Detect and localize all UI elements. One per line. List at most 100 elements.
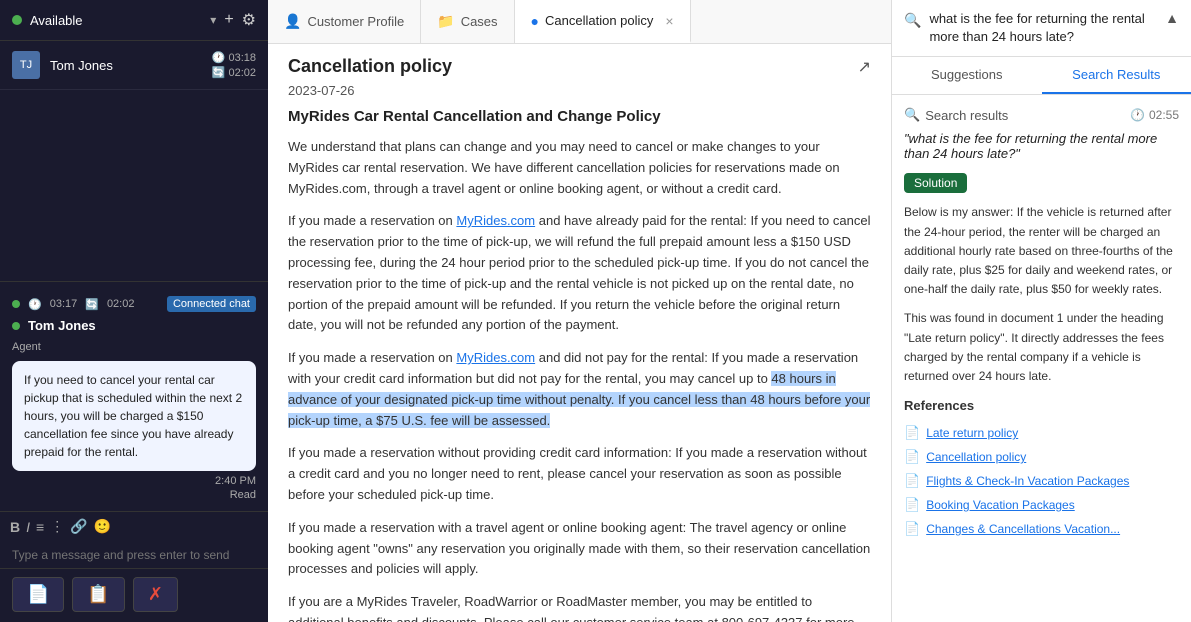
results-time: 🕐 02:55 (1130, 108, 1179, 122)
tab-customer-profile-label: Customer Profile (307, 14, 404, 29)
clock-icon: 🕐 (1130, 108, 1145, 122)
attachment-button-1[interactable]: 📄 (12, 577, 64, 612)
compose-area[interactable] (0, 541, 268, 568)
attachment-button-2[interactable]: 📋 (72, 577, 124, 612)
search-query-text[interactable]: what is the fee for returning the rental… (929, 10, 1157, 46)
article-para-1: If you made a reservation on MyRides.com… (288, 211, 871, 336)
reference-item-4: 📄 Changes & Cancellations Vacation... (904, 517, 1179, 541)
refresh-icon: 🔄 (212, 66, 226, 79)
article-para-5: If you are a MyRides Traveler, RoadWarri… (288, 592, 871, 622)
reference-item-0: 📄 Late return policy (904, 421, 1179, 445)
chat-meta: 🕐 03:18 🔄 02:02 (212, 51, 256, 79)
collapse-button[interactable]: ▲ (1165, 10, 1179, 26)
chat-info: Tom Jones (50, 58, 202, 73)
panel-tabs: Suggestions Search Results (892, 57, 1191, 95)
italic-button[interactable]: I (26, 519, 30, 535)
content-header: Cancellation policy ↗ (268, 44, 891, 83)
emoji-button[interactable]: 🙂 (94, 518, 111, 535)
reference-item-3: 📄 Booking Vacation Packages (904, 493, 1179, 517)
message-bubble: If you need to cancel your rental car pi… (12, 361, 256, 471)
compose-toolbar: B I ≡ ⋮ 🔗 🙂 (0, 511, 268, 541)
chat-list: TJ Tom Jones 🕐 03:18 🔄 02:02 (0, 41, 268, 281)
connected-badge: Connected chat (167, 296, 256, 312)
sidebar: Available ▾ + ⚙ TJ Tom Jones 🕐 03:18 🔄 0… (0, 0, 268, 622)
page-title: Cancellation policy (288, 56, 452, 77)
doc-icon-0: 📄 (904, 425, 920, 441)
query-display: "what is the fee for returning the renta… (904, 131, 1179, 161)
read-status: Read (12, 487, 256, 503)
results-area: 🔍 Search results 🕐 02:55 "what is the fe… (892, 95, 1191, 622)
references-title: References (904, 398, 1179, 413)
doc-icon-4: 📄 (904, 521, 920, 537)
tab-cases[interactable]: 📁 Cases (421, 0, 514, 43)
status-dot (12, 15, 22, 25)
chat-time-row1: 🕐 03:18 (212, 51, 256, 64)
article-subtitle: MyRides Car Rental Cancellation and Chan… (288, 108, 871, 125)
doc-icon-2: 📄 (904, 473, 920, 489)
cases-icon: 📁 (437, 13, 454, 30)
close-icon[interactable]: × (665, 13, 673, 29)
chat-time1: 03:18 (228, 52, 256, 64)
active-time1: 03:17 (50, 298, 78, 310)
link-button[interactable]: 🔗 (70, 518, 87, 535)
tab-cancellation-policy-label: Cancellation policy (545, 13, 653, 28)
search-box-container: 🔍 what is the fee for returning the rent… (892, 0, 1191, 57)
reference-link-3[interactable]: Booking Vacation Packages (926, 498, 1075, 512)
external-link-button[interactable]: ↗ (858, 57, 871, 77)
sidebar-actions: + ⚙ (224, 10, 256, 30)
solution-badge: Solution (904, 173, 967, 193)
reference-item-1: 📄 Cancellation policy (904, 445, 1179, 469)
sidebar-header: Available ▾ + ⚙ (0, 0, 268, 41)
tab-customer-profile[interactable]: 👤 Customer Profile (268, 0, 421, 43)
article-para-2: If you made a reservation on MyRides.com… (288, 348, 871, 431)
chat-time2: 02:02 (228, 67, 256, 79)
clock-icon: 🕐 (212, 51, 226, 64)
tab-search-results[interactable]: Search Results (1042, 57, 1191, 94)
gear-icon[interactable]: ⚙ (242, 10, 256, 30)
tab-cancellation-policy[interactable]: ● Cancellation policy × (515, 0, 691, 43)
myrides-link-1[interactable]: MyRides.com (456, 213, 535, 228)
article-para-0: We understand that plans can change and … (288, 137, 871, 199)
active-dot (12, 300, 20, 308)
add-button[interactable]: + (224, 10, 233, 30)
doc-icon-3: 📄 (904, 497, 920, 513)
chat-time-row2: 🔄 02:02 (212, 66, 256, 79)
status-label: Available (30, 13, 202, 28)
active-chat-header: 🕐 03:17 🔄 02:02 Connected chat (12, 290, 256, 318)
cancellation-policy-icon: ● (531, 13, 539, 29)
list-item[interactable]: TJ Tom Jones 🕐 03:18 🔄 02:02 (0, 41, 268, 90)
compose-input[interactable] (12, 548, 256, 562)
bold-button[interactable]: B (10, 519, 20, 535)
tabs-bar: 👤 Customer Profile 📁 Cases ● Cancellatio… (268, 0, 891, 44)
attachment-button-3[interactable]: ✗ (133, 577, 178, 612)
article-para-4: If you made a reservation with a travel … (288, 518, 871, 580)
right-panel: 🔍 what is the fee for returning the rent… (891, 0, 1191, 622)
reference-link-2[interactable]: Flights & Check-In Vacation Packages (926, 474, 1129, 488)
avatar: TJ (12, 51, 40, 79)
message-time: 2:40 PM (12, 475, 256, 487)
myrides-link-2[interactable]: MyRides.com (456, 350, 535, 365)
customer-profile-icon: 👤 (284, 13, 301, 30)
article-body: 2023-07-26 MyRides Car Rental Cancellati… (268, 83, 891, 622)
references-section: References 📄 Late return policy 📄 Cancel… (904, 398, 1179, 541)
unordered-list-button[interactable]: ≡ (36, 519, 44, 535)
agent-label: Agent (12, 337, 256, 357)
search-icon: 🔍 (904, 10, 921, 29)
solution-text: Below is my answer: If the vehicle is re… (904, 203, 1179, 299)
results-meta: 🔍 Search results 🕐 02:55 (904, 107, 1179, 123)
article-para-3: If you made a reservation without provid… (288, 443, 871, 505)
article-date: 2023-07-26 (288, 83, 871, 98)
reference-link-1[interactable]: Cancellation policy (926, 450, 1026, 464)
clock-icon-small: 🕐 (28, 298, 42, 311)
reference-item-2: 📄 Flights & Check-In Vacation Packages (904, 469, 1179, 493)
active-name-dot (12, 322, 20, 330)
tab-cases-label: Cases (461, 14, 498, 29)
reference-link-4[interactable]: Changes & Cancellations Vacation... (926, 522, 1120, 536)
active-name: Tom Jones (28, 318, 96, 333)
tab-suggestions[interactable]: Suggestions (892, 57, 1042, 94)
reference-link-0[interactable]: Late return policy (926, 426, 1018, 440)
chevron-down-icon[interactable]: ▾ (210, 13, 216, 27)
doc-icon-1: 📄 (904, 449, 920, 465)
found-in-text: This was found in document 1 under the h… (904, 309, 1179, 386)
ordered-list-button[interactable]: ⋮ (50, 518, 64, 535)
